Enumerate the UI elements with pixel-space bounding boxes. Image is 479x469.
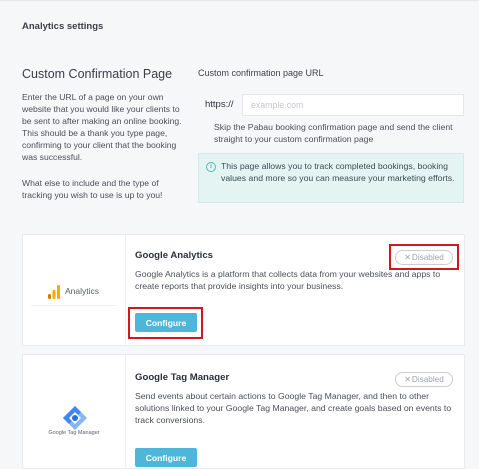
google-tag-manager-icon [63, 406, 87, 430]
google-analytics-configure-button[interactable]: Configure [135, 313, 197, 332]
google-tag-manager-logo-text: Google Tag Manager [48, 430, 100, 436]
google-analytics-icon [48, 285, 60, 299]
confirmation-url-input[interactable] [242, 94, 464, 116]
status-badge-label: Disabled [411, 253, 444, 262]
logo-divider [31, 305, 117, 306]
status-badge-label: Disabled [411, 375, 444, 384]
google-analytics-description: Google Analytics is a platform that coll… [135, 269, 441, 292]
google-analytics-logo-text: Analytics [65, 286, 100, 296]
google-analytics-logo-panel: Analytics [23, 235, 126, 345]
confirmation-description: Enter the URL of a page on your own webs… [22, 92, 182, 163]
confirmation-description-block: Enter the URL of a page on your own webs… [22, 91, 184, 214]
url-help-text: Skip the Pabau booking confirmation page… [214, 122, 453, 144]
url-field-label: Custom confirmation page URL [198, 68, 324, 78]
url-prefix: https:// [205, 99, 234, 110]
google-tag-manager-card: Google Tag Manager Google Tag Manager Se… [22, 354, 465, 469]
top-divider [0, 0, 479, 1]
info-icon: i [206, 162, 216, 172]
google-analytics-card: Analytics Google Analytics Google Analyt… [22, 234, 465, 346]
confirmation-description-more: What else to include and the type of tra… [22, 177, 163, 200]
info-callout: i This page allows you to track complete… [198, 153, 464, 203]
page-title: Analytics settings [22, 21, 104, 32]
close-icon: ✕ [404, 375, 411, 384]
close-icon: ✕ [404, 253, 411, 262]
google-analytics-status-toggle[interactable]: ✕Disabled [395, 250, 453, 265]
google-tag-manager-status-toggle[interactable]: ✕Disabled [395, 372, 453, 387]
google-analytics-title: Google Analytics [135, 250, 214, 261]
info-text: This page allows you to track completed … [221, 161, 455, 183]
google-tag-manager-configure-button[interactable]: Configure [135, 448, 197, 467]
google-tag-manager-description: Send events about certain actions to Goo… [135, 391, 452, 426]
confirmation-heading: Custom Confirmation Page [22, 67, 173, 81]
google-tag-manager-title: Google Tag Manager [135, 372, 230, 383]
google-tag-manager-logo-panel: Google Tag Manager [23, 355, 126, 468]
